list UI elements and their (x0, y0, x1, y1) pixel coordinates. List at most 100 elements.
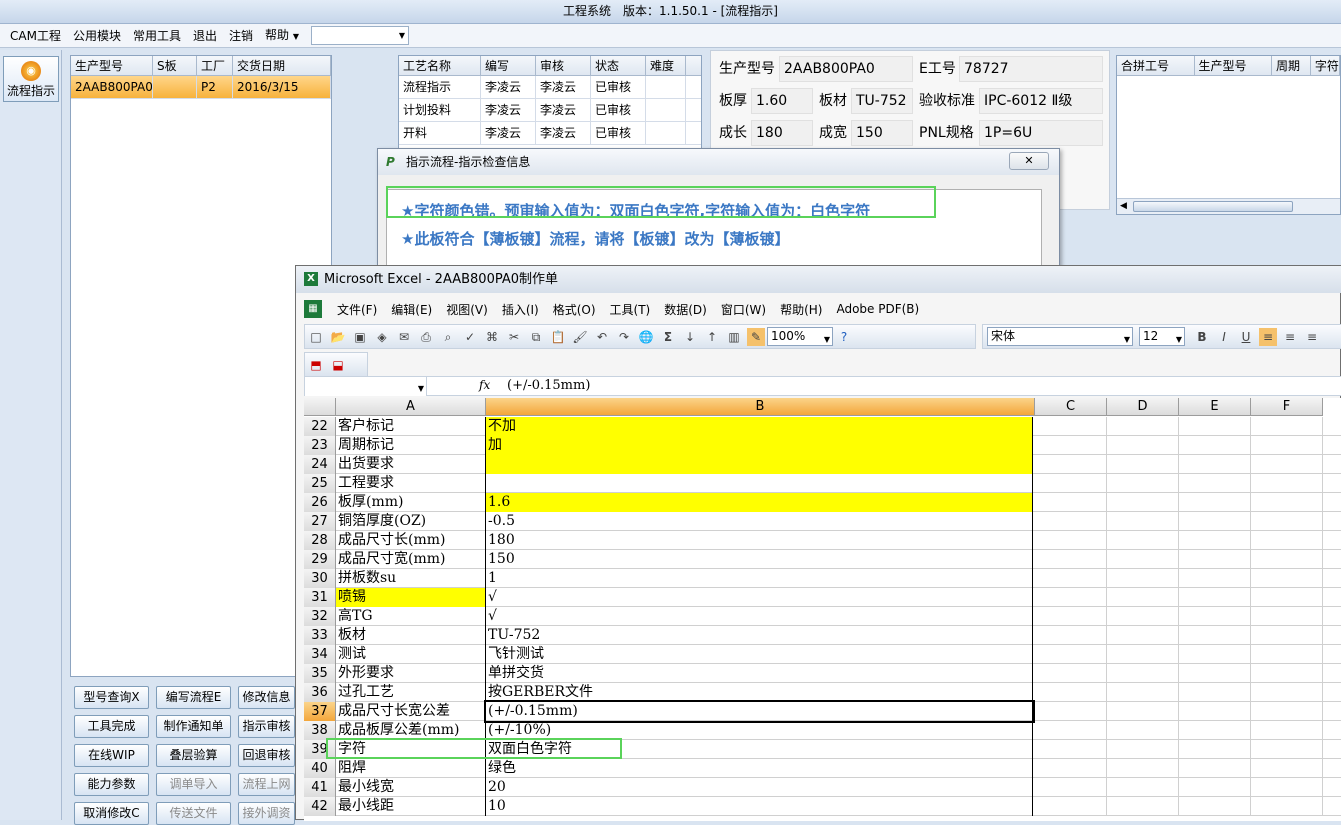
col-header-b[interactable]: B (486, 398, 1035, 416)
cell-b[interactable]: 加 (486, 436, 1033, 455)
empty-cell[interactable] (1035, 493, 1107, 512)
row-number[interactable]: 31 (304, 588, 336, 607)
cell-a[interactable]: 拼板数su (336, 569, 486, 588)
empty-cell[interactable] (1251, 417, 1323, 436)
empty-cell[interactable] (1035, 683, 1107, 702)
menu-combo[interactable]: ▼ (311, 26, 410, 45)
row-number[interactable]: 42 (304, 797, 336, 816)
make-notice-button[interactable]: 制作通知单 (156, 715, 231, 738)
row-number[interactable]: 29 (304, 550, 336, 569)
col-header-f[interactable]: F (1251, 398, 1323, 416)
empty-cell[interactable] (1251, 721, 1323, 740)
empty-cell[interactable] (1107, 607, 1179, 626)
cell-b[interactable]: TU-752 (486, 626, 1033, 645)
empty-cell[interactable] (1179, 436, 1251, 455)
permission-icon[interactable]: ◈ (373, 328, 391, 346)
row-number[interactable]: 28 (304, 531, 336, 550)
formula-input[interactable]: (+/-0.15mm) (507, 378, 590, 393)
empty-cell[interactable] (1251, 702, 1323, 721)
function-icon[interactable]: fx (479, 378, 490, 392)
field-thickness[interactable]: 1.60 (751, 88, 813, 114)
name-box[interactable]: ▼ (305, 377, 427, 396)
row-number[interactable]: 33 (304, 626, 336, 645)
row-number[interactable]: 35 (304, 664, 336, 683)
empty-cell[interactable] (1035, 455, 1107, 474)
row-number[interactable]: 26 (304, 493, 336, 512)
empty-cell[interactable] (1251, 645, 1323, 664)
empty-cell[interactable] (1035, 778, 1107, 797)
new-doc-icon[interactable]: □ (307, 328, 325, 346)
empty-cell[interactable] (1251, 740, 1323, 759)
print-preview-icon[interactable]: ⌕ (439, 328, 457, 346)
italic-icon[interactable]: I (1215, 328, 1233, 346)
print-icon[interactable]: ⎙ (417, 328, 435, 346)
empty-cell[interactable] (1179, 512, 1251, 531)
cell-b[interactable]: 绿色 (486, 759, 1033, 778)
cell-a[interactable]: 过孔工艺 (336, 683, 486, 702)
autosum-icon[interactable]: Σ (659, 328, 677, 346)
email-icon[interactable]: ✉ (395, 328, 413, 346)
redo-icon[interactable]: ↷ (615, 328, 633, 346)
cell-b[interactable] (486, 474, 1033, 493)
cell-b[interactable]: -0.5 (486, 512, 1033, 531)
cell-a[interactable]: 出货要求 (336, 455, 486, 474)
col-header-factory[interactable]: 工厂 (197, 56, 233, 75)
cell-a[interactable]: 成品尺寸宽(mm) (336, 550, 486, 569)
col-header-model[interactable]: 生产型号 (71, 56, 153, 75)
empty-cell[interactable] (1035, 569, 1107, 588)
excel-menu-edit[interactable]: 编辑(E) (384, 301, 439, 318)
sort-descending-icon[interactable]: ↑ (703, 328, 721, 346)
empty-cell[interactable] (1035, 512, 1107, 531)
empty-cell[interactable] (1179, 721, 1251, 740)
empty-cell[interactable] (1179, 778, 1251, 797)
menu-exit[interactable]: 退出 (187, 25, 223, 47)
chart-wizard-icon[interactable]: ▥ (725, 328, 743, 346)
col-header-status[interactable]: 状态 (591, 56, 646, 75)
empty-cell[interactable] (1179, 740, 1251, 759)
cell-a[interactable]: 测试 (336, 645, 486, 664)
cell-b[interactable]: √ (486, 607, 1033, 626)
col-header-delivery-date[interactable]: 交货日期 (233, 56, 331, 75)
research-icon[interactable]: ⌘ (483, 328, 501, 346)
cell-a[interactable]: 客户标记 (336, 417, 486, 436)
row-number[interactable]: 41 (304, 778, 336, 797)
empty-cell[interactable] (1251, 550, 1323, 569)
table-row[interactable]: 流程指示 李凌云 李凌云 已审核 (399, 76, 701, 99)
cell-a[interactable]: 高TG (336, 607, 486, 626)
field-standard[interactable]: IPC-6012 Ⅱ级 (979, 88, 1103, 114)
row-number[interactable]: 27 (304, 512, 336, 531)
table-row[interactable]: 开料 李凌云 李凌云 已审核 (399, 122, 701, 145)
empty-cell[interactable] (1179, 683, 1251, 702)
empty-cell[interactable] (1251, 778, 1323, 797)
empty-cell[interactable] (1035, 664, 1107, 683)
model-query-button[interactable]: 型号查询X (74, 686, 149, 709)
empty-cell[interactable] (1035, 702, 1107, 721)
excel-menu-tools[interactable]: 工具(T) (603, 301, 658, 318)
empty-cell[interactable] (1251, 664, 1323, 683)
cut-icon[interactable]: ✂ (505, 328, 523, 346)
empty-cell[interactable] (1251, 683, 1323, 702)
cell-b[interactable]: 150 (486, 550, 1033, 569)
cell-b[interactable]: (+/-0.15mm) (484, 700, 1035, 723)
instruction-review-button[interactable]: 指示审核 (238, 715, 295, 738)
empty-cell[interactable] (1035, 626, 1107, 645)
empty-cell[interactable] (1179, 474, 1251, 493)
empty-cell[interactable] (1107, 683, 1179, 702)
row-number[interactable]: 40 (304, 759, 336, 778)
cell-a[interactable]: 喷锡 (336, 588, 486, 607)
menu-logout[interactable]: 注销 (223, 25, 259, 47)
cell-a[interactable]: 板厚(mm) (336, 493, 486, 512)
excel-menu-data[interactable]: 数据(D) (657, 301, 714, 318)
cell-b[interactable]: 单拼交货 (486, 664, 1033, 683)
empty-cell[interactable] (1251, 512, 1323, 531)
cell-a[interactable]: 成品尺寸长(mm) (336, 531, 486, 550)
font-select[interactable]: 宋体 ▼ (987, 327, 1133, 346)
empty-cell[interactable] (1107, 721, 1179, 740)
empty-cell[interactable] (1107, 740, 1179, 759)
online-wip-button[interactable]: 在线WIP (74, 744, 149, 767)
row-number[interactable]: 24 (304, 455, 336, 474)
tool-complete-button[interactable]: 工具完成 (74, 715, 149, 738)
col-header-process-name[interactable]: 工艺名称 (399, 56, 481, 75)
horizontal-scrollbar[interactable]: ◀ (1117, 198, 1340, 214)
empty-cell[interactable] (1107, 645, 1179, 664)
